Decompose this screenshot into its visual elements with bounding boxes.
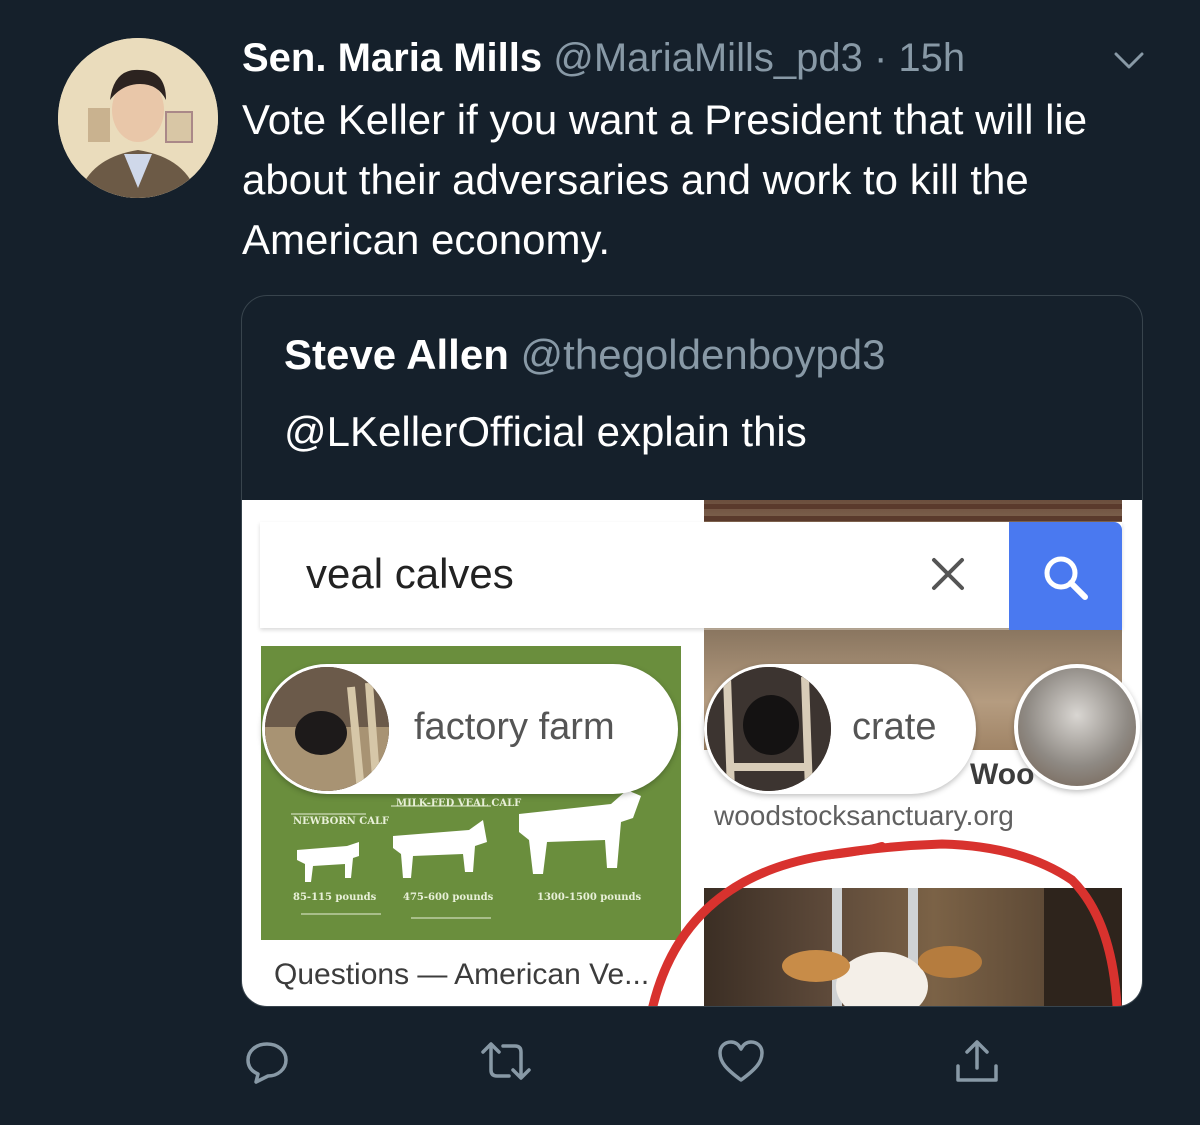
tweet-header: Sen. Maria Mills @MariaMills_pd3 · 15h <box>242 32 965 84</box>
more-options-button[interactable] <box>1112 46 1146 74</box>
quoted-tweet-card[interactable]: Steve Allen @thegoldenboypd3 @LKellerOff… <box>241 295 1143 1007</box>
timestamp[interactable]: 15h <box>898 36 965 80</box>
quoted-author-name: Steve Allen <box>284 331 509 378</box>
quoted-tweet-image[interactable]: veal calves MILK-FED VEAL CALF NEWBORN C… <box>242 500 1142 1006</box>
quoted-author-handle: @thegoldenboypd3 <box>520 331 886 378</box>
reply-button[interactable] <box>242 1036 292 1086</box>
avatar-photo <box>58 38 218 198</box>
author-avatar[interactable] <box>58 38 218 198</box>
red-annotation-circle <box>648 839 1122 1006</box>
retweet-icon <box>481 1042 531 1080</box>
tweet-actions <box>0 1036 1200 1106</box>
retweet-button[interactable] <box>479 1036 531 1086</box>
quoted-tweet-text: @LKellerOfficial explain this <box>284 408 807 455</box>
meta-separator: · <box>873 36 888 80</box>
heart-icon <box>718 1040 764 1082</box>
reply-icon <box>246 1042 288 1084</box>
quoted-tweet-header: Steve Allen @thegoldenboypd3 <box>284 328 885 382</box>
author-name[interactable]: Sen. Maria Mills <box>242 36 542 80</box>
author-handle[interactable]: @MariaMills_pd3 <box>553 36 863 80</box>
tweet-text: Vote Keller if you want a President that… <box>242 96 1088 263</box>
like-button[interactable] <box>716 1036 766 1086</box>
chevron-down-icon <box>1114 52 1144 69</box>
share-button[interactable] <box>952 1036 1002 1086</box>
share-icon <box>956 1040 998 1082</box>
